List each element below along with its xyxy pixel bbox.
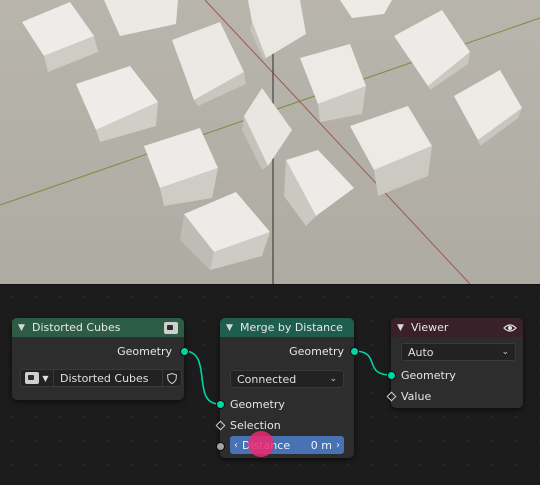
node-tree-icon — [25, 372, 40, 384]
viewport-scene — [0, 0, 540, 284]
chevron-down-icon[interactable]: ▼ — [18, 323, 28, 333]
input-selection-label: Selection — [230, 418, 281, 432]
shield-icon — [167, 372, 177, 384]
chevron-down-icon: ⌄ — [501, 347, 509, 357]
output-geometry-socket[interactable] — [180, 347, 189, 356]
eye-icon[interactable] — [503, 323, 517, 333]
chevron-down-icon: ▼ — [42, 373, 49, 383]
input-distance-socket[interactable] — [216, 442, 225, 451]
node-title: Distorted Cubes — [32, 321, 121, 334]
input-geometry-label: Geometry — [230, 397, 285, 411]
output-geometry-socket[interactable] — [350, 347, 359, 356]
group-name: Distorted Cubes — [60, 371, 149, 385]
node-group-selector[interactable]: ▼ Distorted Cubes — [20, 369, 182, 387]
mode-dropdown[interactable]: Connected ⌄ — [230, 370, 344, 388]
chevron-right-icon[interactable]: › — [336, 440, 340, 451]
node-merge-by-distance[interactable]: ▼ Merge by Distance Geometry Connected ⌄… — [215, 318, 359, 458]
link-merge-to-viewer — [353, 350, 392, 376]
mode-value: Connected — [237, 372, 297, 386]
chevron-left-icon[interactable]: ‹ — [234, 440, 238, 451]
group-browse-button[interactable]: ▼ — [21, 370, 54, 386]
node-title: Viewer — [411, 321, 449, 334]
click-indicator — [248, 431, 274, 457]
input-geometry-socket[interactable] — [387, 371, 396, 380]
node-distorted-cubes[interactable]: ▼ Distorted Cubes Geometry ▼ Distorted C… — [12, 318, 189, 400]
chevron-down-icon[interactable]: ▼ — [397, 323, 407, 333]
3d-viewport[interactable] — [0, 0, 540, 284]
node-header[interactable]: ▼ Viewer — [391, 318, 523, 337]
node-header[interactable]: ▼ Distorted Cubes — [12, 318, 184, 337]
input-geometry-socket[interactable] — [216, 400, 225, 409]
domain-dropdown[interactable]: Auto ⌄ — [401, 343, 516, 361]
chevron-down-icon[interactable]: ▼ — [226, 323, 236, 333]
input-value-label: Value — [401, 389, 432, 403]
node-header[interactable]: ▼ Merge by Distance — [220, 318, 354, 337]
node-title: Merge by Distance — [240, 321, 343, 334]
distance-value: 0 m — [310, 438, 332, 452]
geometry-node-editor[interactable]: ▼ Distorted Cubes Geometry ▼ Distorted C… — [0, 284, 540, 485]
fake-user-button[interactable] — [162, 370, 181, 386]
chevron-down-icon: ⌄ — [329, 374, 337, 384]
domain-value: Auto — [408, 345, 434, 359]
node-viewer[interactable]: ▼ Viewer Auto ⌄ Geometry Value — [386, 318, 523, 408]
input-geometry-label: Geometry — [401, 368, 456, 382]
output-geometry-label: Geometry — [117, 344, 172, 358]
output-geometry-label: Geometry — [289, 344, 344, 358]
node-group-icon — [164, 321, 178, 334]
link-cubes-to-merge — [183, 350, 221, 405]
